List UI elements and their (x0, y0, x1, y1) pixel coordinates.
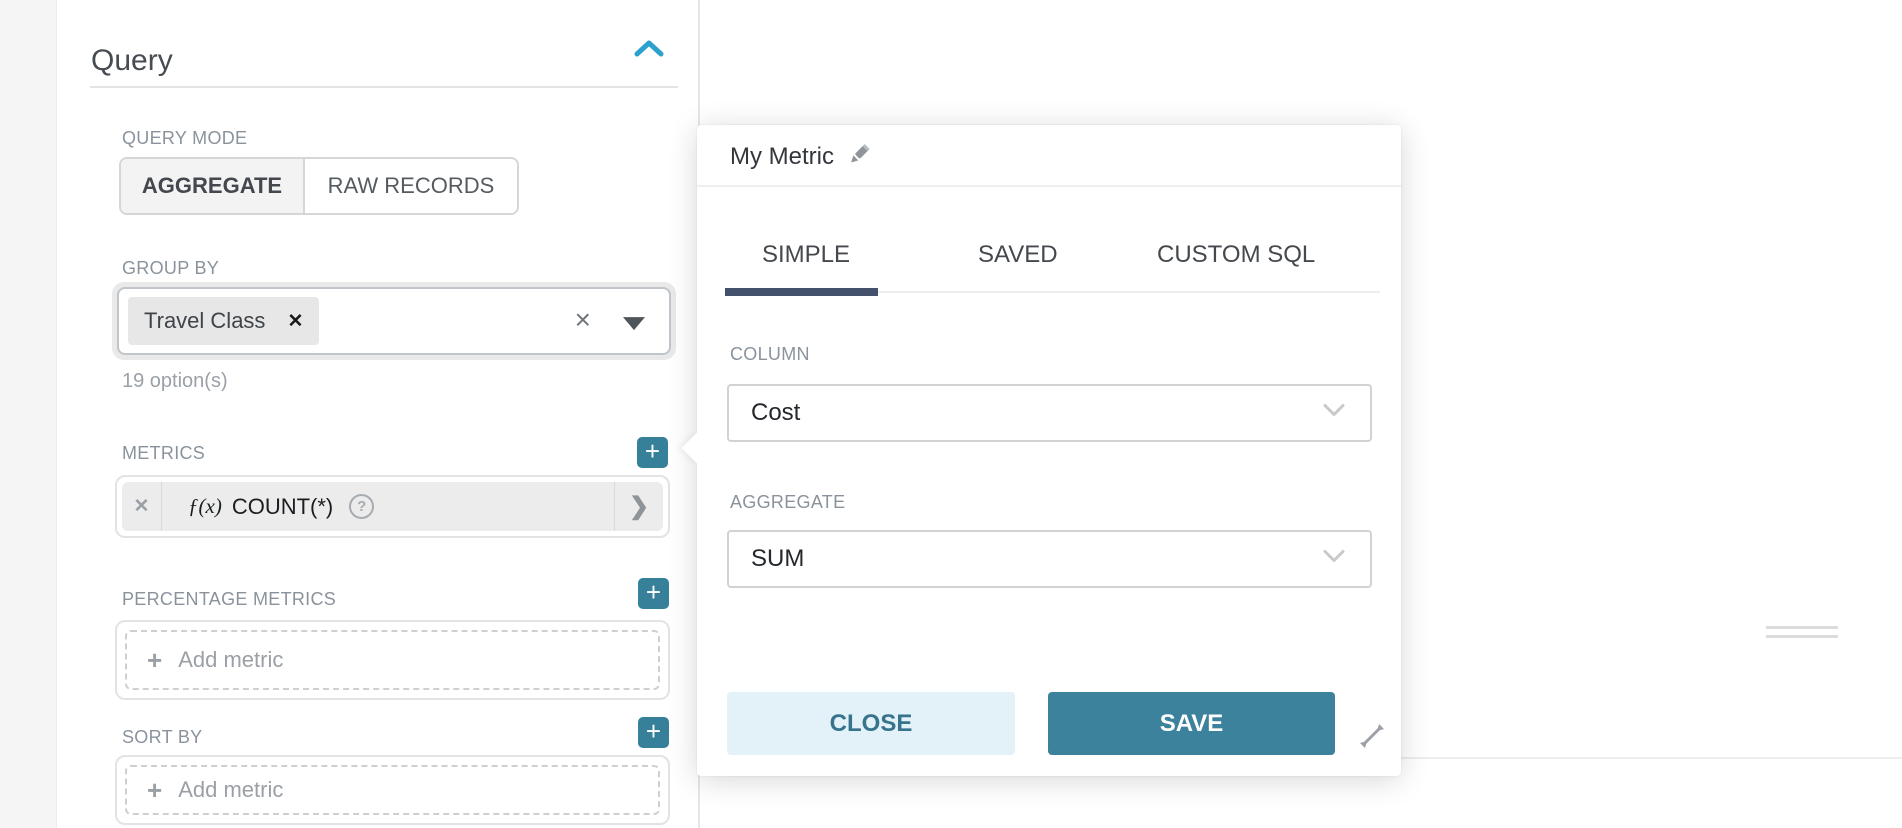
group-by-select[interactable]: Travel Class ✕ × (117, 287, 671, 355)
percentage-metrics-container: + Add metric (115, 620, 670, 700)
group-by-tag: Travel Class ✕ (128, 297, 319, 345)
metrics-container: ✕ ƒ(x) COUNT(*) ? ❯ (115, 475, 670, 538)
add-percentage-metric-button[interactable]: + (638, 578, 669, 609)
tab-custom-sql[interactable]: CUSTOM SQL (1157, 241, 1315, 269)
plus-icon: + (645, 436, 660, 466)
add-sort-by-button[interactable]: + (638, 717, 669, 748)
popover-header-divider (697, 185, 1401, 187)
remove-metric-icon[interactable]: ✕ (122, 482, 162, 531)
aggregate-select[interactable]: SUM (727, 530, 1372, 588)
pill-spacer (374, 482, 615, 531)
close-button[interactable]: CLOSE (727, 692, 1015, 755)
query-mode-aggregate-button[interactable]: AGGREGATE (121, 159, 305, 213)
aggregate-label: AGGREGATE (730, 492, 845, 513)
query-mode-label: QUERY MODE (122, 128, 247, 149)
active-tab-indicator (725, 288, 878, 296)
metric-name: COUNT(*) (232, 494, 333, 520)
popover-arrow (681, 432, 712, 463)
add-metric-placeholder: Add metric (178, 647, 283, 673)
column-value: Cost (751, 399, 800, 427)
help-circle-icon[interactable]: ? (349, 494, 374, 519)
percentage-add-metric-dropzone[interactable]: + Add metric (125, 630, 660, 690)
tab-saved[interactable]: SAVED (978, 241, 1058, 269)
query-section-title: Query (91, 44, 173, 78)
query-mode-toggle: AGGREGATE RAW RECORDS (119, 157, 519, 215)
aggregate-value: SUM (751, 545, 804, 573)
group-by-select-ring: Travel Class ✕ × (112, 282, 676, 360)
plus-icon: + (147, 777, 162, 803)
add-metric-button[interactable]: + (637, 437, 668, 468)
function-badge: ƒ(x) (188, 494, 222, 519)
tag-remove-icon[interactable]: ✕ (287, 310, 303, 333)
group-by-label: GROUP BY (122, 258, 219, 279)
metric-title: My Metric (730, 143, 834, 171)
left-gutter (0, 0, 57, 828)
add-metric-placeholder: Add metric (178, 777, 283, 803)
caret-down-icon[interactable] (623, 317, 645, 330)
sort-by-label: SORT BY (122, 727, 202, 748)
percentage-metrics-label: PERCENTAGE METRICS (122, 589, 336, 610)
column-label: COLUMN (730, 344, 810, 365)
save-button[interactable]: SAVE (1048, 692, 1335, 755)
chevron-right-icon[interactable]: ❯ (615, 492, 663, 521)
chevron-up-icon (632, 36, 666, 64)
chevron-down-icon (1322, 403, 1346, 424)
popover-header: My Metric (730, 141, 872, 172)
metric-pill[interactable]: ✕ ƒ(x) COUNT(*) ? ❯ (122, 482, 663, 531)
metrics-label: METRICS (122, 443, 205, 464)
resize-grip-lines[interactable] (1766, 626, 1838, 640)
group-by-options-hint: 19 option(s) (122, 370, 228, 393)
metric-editor-popover: My Metric SIMPLE SAVED CUSTOM SQL COLUMN… (697, 125, 1401, 776)
expand-diagonal-icon[interactable] (1357, 721, 1387, 751)
pencil-icon[interactable] (846, 141, 872, 172)
explore-screen: Query QUERY MODE AGGREGATE RAW RECORDS G… (0, 0, 1902, 828)
plus-icon: + (646, 716, 661, 746)
collapse-section-button[interactable] (632, 36, 666, 64)
tab-simple[interactable]: SIMPLE (762, 241, 850, 269)
section-divider (90, 86, 678, 88)
clear-all-icon[interactable]: × (575, 306, 591, 334)
plus-icon: + (646, 577, 661, 607)
chevron-down-icon (1322, 549, 1346, 570)
group-by-tag-label: Travel Class (144, 308, 265, 334)
column-select[interactable]: Cost (727, 384, 1372, 442)
query-mode-raw-records-button[interactable]: RAW RECORDS (305, 159, 517, 213)
sort-by-container: + Add metric (115, 755, 670, 825)
sort-by-add-metric-dropzone[interactable]: + Add metric (125, 765, 660, 815)
plus-icon: + (147, 647, 162, 673)
